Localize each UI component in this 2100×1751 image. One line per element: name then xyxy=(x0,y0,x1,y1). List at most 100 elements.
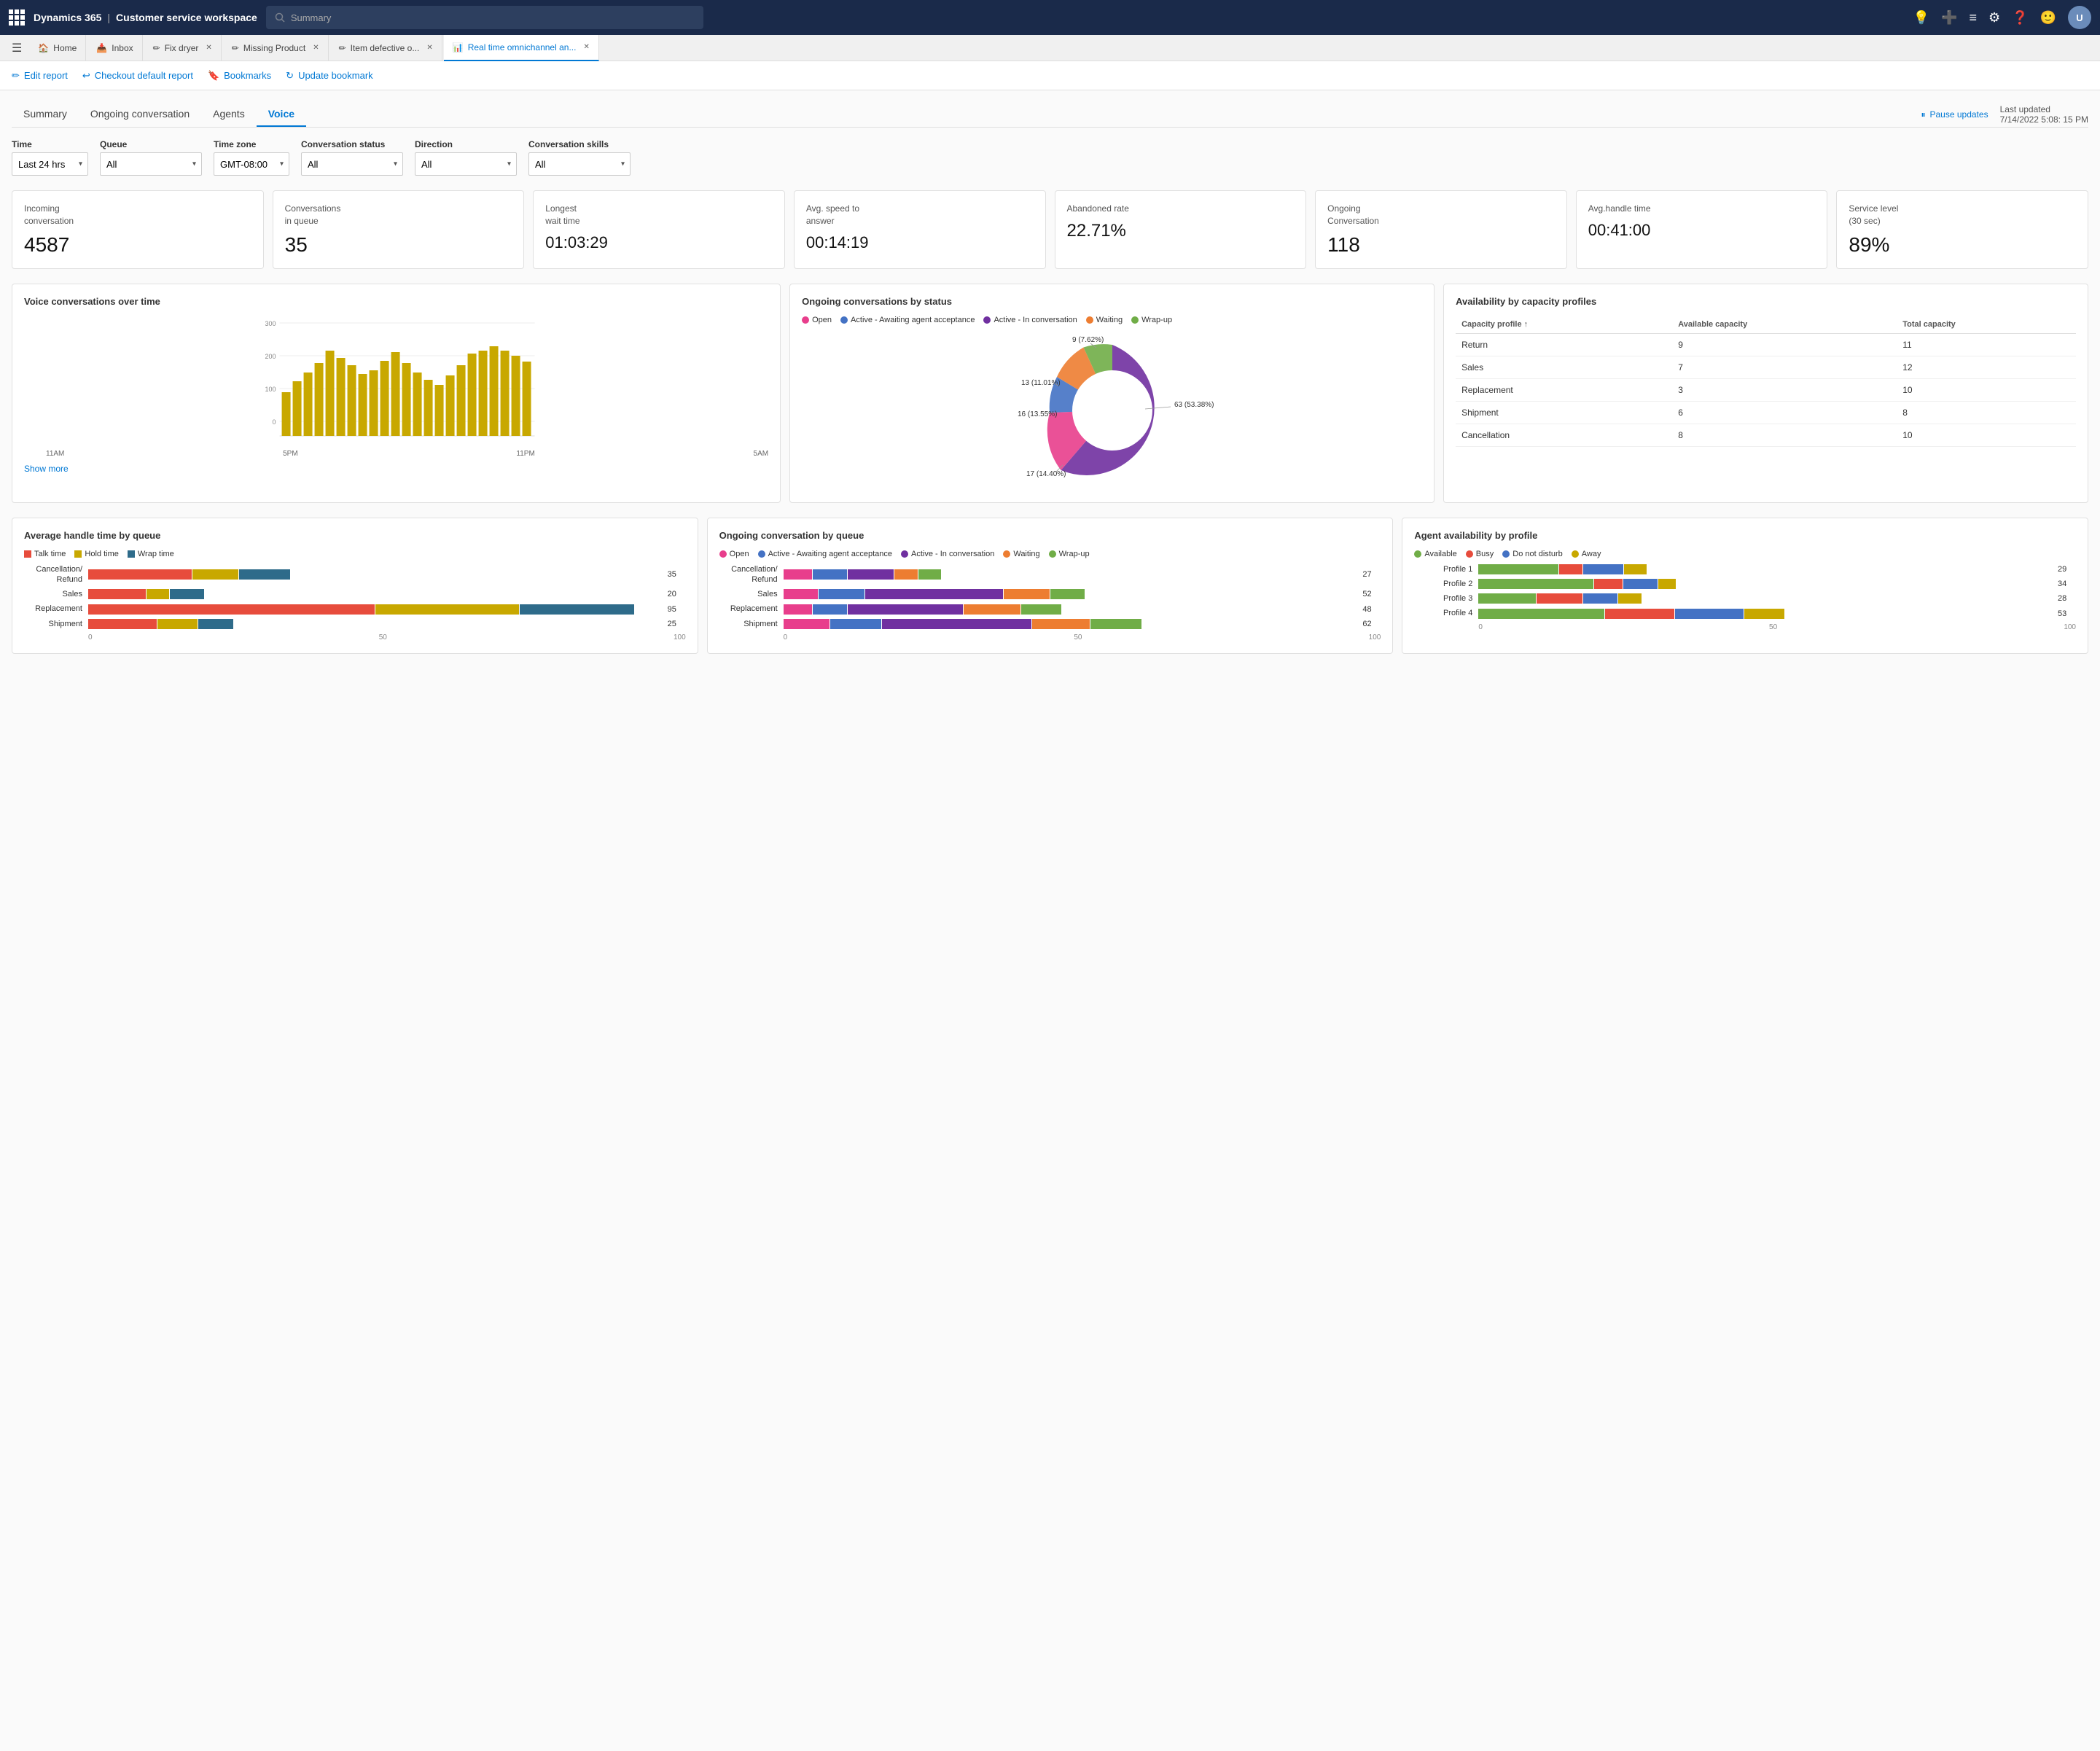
wrap-time-color xyxy=(128,550,135,558)
filter-conv-status-select[interactable]: All xyxy=(301,152,403,176)
kpi-queue-value: 35 xyxy=(285,233,512,257)
oq-bar-row: Shipment 62 xyxy=(719,619,1381,629)
aa-busy-color xyxy=(1466,550,1473,558)
oq-open-label: Open xyxy=(730,550,749,558)
aa-value: 53 xyxy=(2058,609,2076,618)
aa-value: 28 xyxy=(2058,594,2076,603)
chart-icon: 📊 xyxy=(453,42,464,52)
aa-away-seg xyxy=(1744,609,1784,619)
show-more-button[interactable]: Show more xyxy=(24,464,69,474)
hold-segment xyxy=(192,569,238,580)
oq-wrap-seg xyxy=(1090,619,1142,629)
legend-awaiting-label: Active - Awaiting agent acceptance xyxy=(851,316,975,324)
oq-track xyxy=(784,569,1357,580)
avail-available-cell: 7 xyxy=(1672,356,1897,378)
hamburger-button[interactable]: ☰ xyxy=(6,41,28,55)
tab-realtime-omnichannel[interactable]: 📊 Real time omnichannel an... ✕ xyxy=(444,35,599,61)
face-icon[interactable]: 🙂 xyxy=(2040,10,2056,26)
handle-time-bar-row: Shipment 25 xyxy=(24,619,686,629)
oq-value: 62 xyxy=(1362,620,1381,628)
filter-time-select[interactable]: Last 24 hrs Last 48 hrs Last 7 days xyxy=(12,152,88,176)
close-item-defective-button[interactable]: ✕ xyxy=(426,44,432,52)
aa-track xyxy=(1478,579,2052,589)
avail-profile-cell: Return xyxy=(1456,333,1672,356)
aa-dnd-seg xyxy=(1583,564,1623,574)
user-avatar[interactable]: U xyxy=(2068,6,2091,29)
oq-active-seg xyxy=(865,589,1003,599)
tab-ongoing-conversation[interactable]: Ongoing conversation xyxy=(79,102,201,127)
oq-label: Cancellation/ Refund xyxy=(719,564,778,585)
app-subtitle: Customer service workspace xyxy=(116,12,257,23)
filter-skills-label: Conversation skills xyxy=(528,139,631,149)
oq-await-seg xyxy=(819,589,864,599)
hbar-label: Shipment xyxy=(24,619,82,629)
aa-profile-label: Profile 1 xyxy=(1414,564,1472,574)
kpi-speed-title: Avg. speed toanswer xyxy=(806,203,1034,227)
filter-timezone-select[interactable]: GMT-08:00 xyxy=(214,152,289,176)
close-missing-product-button[interactable]: ✕ xyxy=(313,44,319,52)
svg-text:17 (14.40%): 17 (14.40%) xyxy=(1026,470,1066,478)
avail-table-row: Shipment 6 8 xyxy=(1456,401,2076,424)
kpi-service-level: Service level(30 sec) 89% xyxy=(1836,190,2088,269)
settings-icon[interactable]: ⚙ xyxy=(1988,10,2000,26)
edit-report-button[interactable]: ✏ Edit report xyxy=(12,70,68,82)
tab-summary[interactable]: Summary xyxy=(12,102,79,127)
lightbulb-icon[interactable]: 💡 xyxy=(1913,10,1929,26)
update-bookmark-label: Update bookmark xyxy=(298,70,373,81)
aa-busy-seg xyxy=(1594,579,1623,589)
open-color xyxy=(802,316,809,324)
avail-table-scroll[interactable]: Capacity profile ↑ Available capacity To… xyxy=(1456,316,2076,447)
aa-busy-label: Busy xyxy=(1476,550,1494,558)
avail-available-cell: 8 xyxy=(1672,424,1897,446)
tab-agents[interactable]: Agents xyxy=(201,102,257,127)
oq-wrapup-color xyxy=(1049,550,1056,558)
hbar-value: 95 xyxy=(668,605,686,614)
tab-missing-product[interactable]: ✏ Missing Product ✕ xyxy=(223,35,329,61)
oq-bar-row: Cancellation/ Refund 27 xyxy=(719,564,1381,585)
aa-avail-seg xyxy=(1478,609,1604,619)
help-icon[interactable]: ❓ xyxy=(2012,10,2028,26)
update-bookmark-button[interactable]: ↻ Update bookmark xyxy=(286,70,373,82)
awaiting-color xyxy=(840,316,848,324)
wrap-segment xyxy=(520,604,634,615)
menu-icon[interactable]: ≡ xyxy=(1970,10,1978,26)
tab-fix-dryer[interactable]: ✏ Fix dryer ✕ xyxy=(144,35,222,61)
pause-updates-button[interactable]: ⏸ Pause updates xyxy=(1921,109,1988,120)
filter-skills-select[interactable]: All xyxy=(528,152,631,176)
oq-legend-waiting: Waiting xyxy=(1003,550,1039,558)
avail-col-total: Total capacity xyxy=(1897,316,2076,334)
oq-await-seg xyxy=(813,569,847,580)
voice-chart-svg: 300 200 100 0 xyxy=(24,316,768,447)
filter-direction-select[interactable]: All xyxy=(415,152,517,176)
avail-col-profile: Capacity profile ↑ xyxy=(1456,316,1672,334)
avail-profile-cell: Replacement xyxy=(1456,378,1672,401)
add-icon[interactable]: ➕ xyxy=(1941,10,1957,26)
close-realtime-button[interactable]: ✕ xyxy=(583,43,589,51)
tab-voice[interactable]: Voice xyxy=(257,102,306,127)
tab-home-label: Home xyxy=(53,43,77,53)
edit-icon-1: ✏ xyxy=(153,43,160,53)
filter-queue-select[interactable]: All xyxy=(100,152,202,176)
kpi-abandoned-value: 22.71% xyxy=(1067,221,1295,241)
avail-table-row: Return 9 11 xyxy=(1456,333,2076,356)
search-box[interactable]: Summary xyxy=(266,6,703,29)
edit-report-label: Edit report xyxy=(24,70,68,81)
handle-time-title: Average handle time by queue xyxy=(24,530,686,541)
handle-time-legend: Talk time Hold time Wrap time xyxy=(24,550,686,558)
hbar-track xyxy=(88,604,662,615)
tab-inbox[interactable]: 📥 Inbox xyxy=(87,35,142,61)
wrap-segment xyxy=(239,569,291,580)
aa-profile-label: Profile 2 xyxy=(1414,579,1472,589)
tab-missing-product-label: Missing Product xyxy=(243,43,305,53)
oq-waiting-color xyxy=(1003,550,1010,558)
sort-icon[interactable]: ↑ xyxy=(1524,320,1529,329)
checkout-default-button[interactable]: ↩ Checkout default report xyxy=(82,70,193,82)
waffle-menu-icon[interactable] xyxy=(9,9,25,26)
bookmarks-button[interactable]: 🔖 Bookmarks xyxy=(208,70,271,82)
kpi-ongoing-title: OngoingConversation xyxy=(1327,203,1555,227)
close-fix-dryer-button[interactable]: ✕ xyxy=(206,44,211,52)
tab-home[interactable]: 🏠 Home xyxy=(29,35,86,61)
kpi-avg-handle: Avg.handle time 00:41:00 xyxy=(1576,190,1828,269)
tab-item-defective[interactable]: ✏ Item defective o... ✕ xyxy=(330,35,442,61)
aa-busy-seg xyxy=(1559,564,1582,574)
